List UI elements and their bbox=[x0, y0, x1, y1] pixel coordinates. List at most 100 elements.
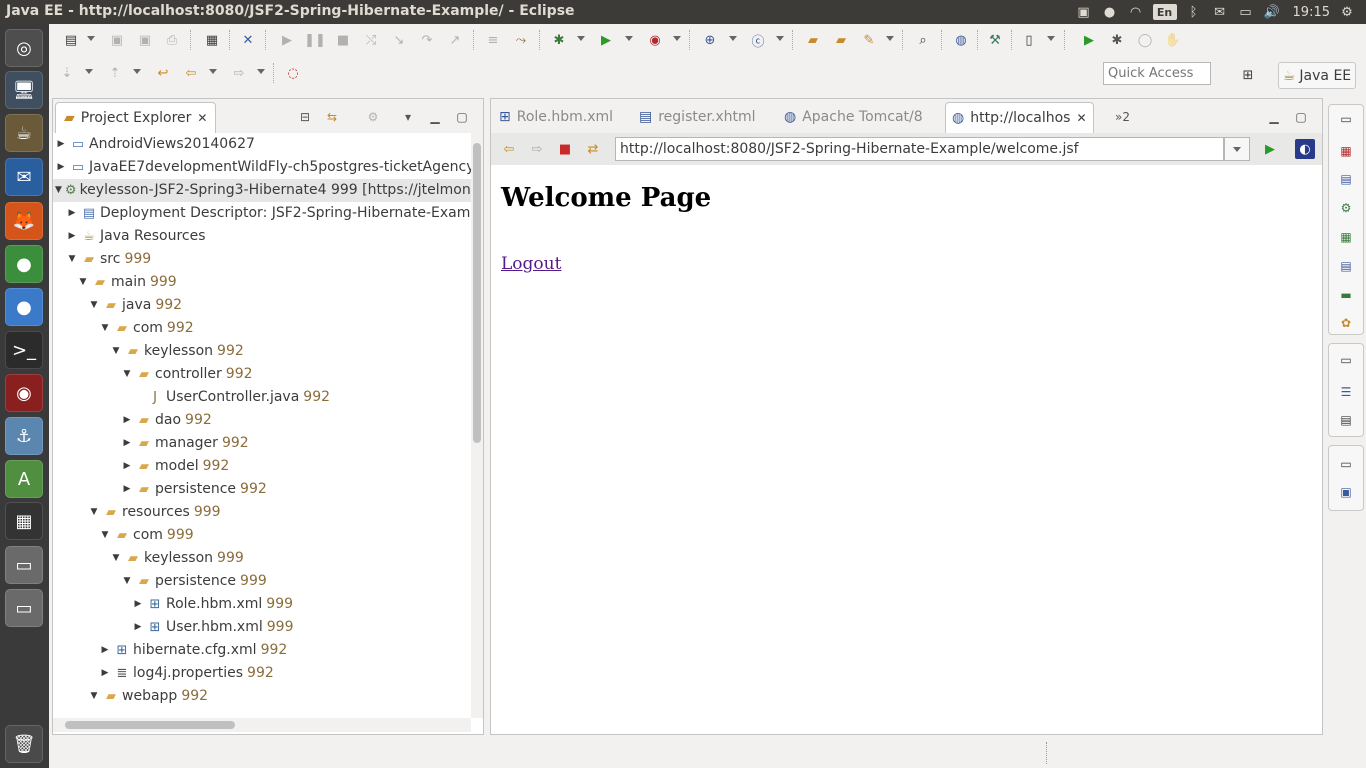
tree-item[interactable]: ▼ ▰ main 999 bbox=[77, 271, 177, 294]
filter-icon[interactable]: ⚙ bbox=[365, 109, 381, 125]
dash-icon[interactable]: ◎ bbox=[5, 29, 43, 67]
tree-item[interactable]: ▼ ▰ keylesson 999 bbox=[110, 547, 244, 570]
browser-forward-icon[interactable]: ⇨ bbox=[527, 139, 547, 159]
tree-item[interactable]: ▼ ▰ persistence 999 bbox=[121, 570, 267, 593]
start-server-icon[interactable]: ▶ bbox=[1079, 30, 1099, 50]
firefox-icon[interactable]: 🦊 bbox=[5, 202, 43, 240]
eclipse-browser-icon[interactable]: ◐ bbox=[1295, 139, 1315, 159]
chromium-icon[interactable]: ● bbox=[5, 288, 43, 326]
bluetooth-icon[interactable]: ᛒ bbox=[1185, 4, 1203, 20]
new-server-icon[interactable]: ⊕ bbox=[700, 30, 720, 50]
quick-access-input[interactable] bbox=[1103, 62, 1211, 85]
tree-item[interactable]: ▶ ▭ JavaEE7developmentWildFly-ch5postgres-… bbox=[55, 156, 471, 179]
browser-stop-icon[interactable]: ■ bbox=[555, 139, 575, 159]
minimize-icon[interactable]: ▁ bbox=[427, 109, 443, 125]
terminate-icon[interactable]: ■ bbox=[333, 30, 353, 50]
tree-item[interactable]: ▶ ▰ dao 992 bbox=[121, 409, 212, 432]
editor-tab[interactable]: ◍ http://localhos ✕ bbox=[945, 102, 1094, 133]
prev-annotation-icon[interactable]: ⇡ bbox=[105, 63, 125, 83]
expanded-twisty-icon[interactable]: ▼ bbox=[88, 294, 100, 317]
eclipse-javaee-icon[interactable]: ☕ bbox=[5, 114, 43, 152]
editor-tab[interactable]: ◍ Apache Tomcat/8 bbox=[778, 102, 929, 132]
collapsed-twisty-icon[interactable]: ▶ bbox=[121, 455, 133, 478]
tab-project-explorer[interactable]: ▰ Project Explorer ✕ bbox=[55, 102, 217, 133]
tabs-overflow-button[interactable]: »2 bbox=[1109, 102, 1136, 132]
link-with-editor-icon[interactable]: ⇆ bbox=[324, 109, 340, 125]
tree-item[interactable]: ▶ ▤ Deployment Descriptor: JSF2-Spring-Hib… bbox=[66, 202, 471, 225]
new-dropdown-icon[interactable] bbox=[87, 36, 95, 41]
trash-icon[interactable]: 🗑 bbox=[5, 725, 43, 763]
search-icon[interactable]: ⌕ bbox=[913, 30, 933, 50]
vertical-scrollbar[interactable] bbox=[471, 133, 483, 718]
expanded-twisty-icon[interactable]: ▼ bbox=[88, 501, 100, 524]
display-indicator-icon[interactable]: ▣ bbox=[1075, 4, 1093, 20]
restore-icon[interactable]: ▭ bbox=[1338, 352, 1354, 368]
expanded-twisty-icon[interactable]: ▼ bbox=[99, 524, 111, 547]
run-tool-icon[interactable]: ◉ bbox=[645, 30, 665, 50]
markers-icon[interactable]: ▦ bbox=[1338, 143, 1354, 159]
collapse-all-icon[interactable]: ⊟ bbox=[297, 109, 313, 125]
palette-icon[interactable]: ▣ bbox=[1338, 484, 1354, 500]
open-folder-icon[interactable]: ▰ bbox=[803, 30, 823, 50]
collapsed-twisty-icon[interactable]: ▶ bbox=[55, 133, 67, 156]
screen-record-icon[interactable]: ◉ bbox=[5, 374, 43, 412]
problems-icon[interactable]: ▬ bbox=[1338, 287, 1354, 303]
step-into-icon[interactable]: ↘ bbox=[389, 30, 409, 50]
view-menu-icon[interactable]: ▾ bbox=[400, 109, 416, 125]
step-over-icon[interactable]: ↷ bbox=[417, 30, 437, 50]
close-icon[interactable]: ✕ bbox=[197, 111, 207, 125]
disconnect-icon[interactable]: ⤭ bbox=[361, 30, 381, 50]
use-step-filters-icon[interactable]: ⤳ bbox=[511, 30, 531, 50]
workspace-switcher-icon[interactable]: ▦ bbox=[5, 502, 43, 540]
console-icon[interactable]: ✿ bbox=[1338, 315, 1354, 331]
collapsed-twisty-icon[interactable]: ▶ bbox=[121, 432, 133, 455]
tree-item[interactable]: ▶ ▭ AndroidViews20140627 bbox=[55, 133, 255, 156]
go-icon[interactable]: ▶ bbox=[1260, 139, 1280, 159]
wifi-icon[interactable]: ◠ bbox=[1127, 4, 1145, 20]
chrome-icon[interactable]: ● bbox=[5, 245, 43, 283]
drive-icon[interactable]: ▭ bbox=[5, 546, 43, 584]
tree-item[interactable]: ▼ ⚙ keylesson-JSF2-Spring3-Hibernate4 999 … bbox=[53, 179, 471, 202]
last-edit-location-icon[interactable]: ↩ bbox=[153, 63, 173, 83]
step-return-icon[interactable]: ↗ bbox=[445, 30, 465, 50]
save-all-icon[interactable]: ▣ bbox=[135, 30, 155, 50]
tree-item[interactable]: ▶ ▰ model 992 bbox=[121, 455, 230, 478]
volume-icon[interactable]: 🔊 bbox=[1263, 4, 1281, 20]
minimize-icon[interactable]: ▁ bbox=[1266, 109, 1282, 125]
collapsed-twisty-icon[interactable]: ▶ bbox=[55, 156, 67, 179]
collapsed-twisty-icon[interactable]: ▶ bbox=[132, 616, 144, 639]
scrollbar-thumb[interactable] bbox=[65, 721, 235, 729]
properties-icon[interactable]: ▤ bbox=[1338, 171, 1354, 187]
tree-item[interactable]: ▶ ≣ log4j.properties 992 bbox=[99, 662, 274, 685]
tree-item[interactable]: ▶ ▰ persistence 992 bbox=[121, 478, 267, 501]
mail-icon[interactable]: ✉ bbox=[1211, 4, 1229, 20]
expanded-twisty-icon[interactable]: ▼ bbox=[99, 317, 111, 340]
drive2-icon[interactable]: ▭ bbox=[5, 589, 43, 627]
debug-icon[interactable]: ✱ bbox=[549, 30, 569, 50]
expanded-twisty-icon[interactable]: ▼ bbox=[110, 547, 122, 570]
editor-tab[interactable]: ▤ register.xhtml bbox=[633, 102, 762, 132]
restore-icon[interactable]: ▭ bbox=[1338, 456, 1354, 472]
tree-item[interactable]: ▶ ▰ manager 992 bbox=[121, 432, 249, 455]
save-icon[interactable]: ▣ bbox=[107, 30, 127, 50]
snippets-icon[interactable]: ▤ bbox=[1338, 258, 1354, 274]
tree-item[interactable]: ▼ ▰ com 992 bbox=[99, 317, 194, 340]
tree-item[interactable]: ▼ ▰ resources 999 bbox=[88, 501, 221, 524]
url-input[interactable]: http://localhost:8080/JSF2-Spring-Hibern… bbox=[615, 137, 1224, 161]
perspective-java-ee-button[interactable]: ☕ Java EE bbox=[1278, 62, 1356, 89]
web-browser-icon[interactable]: ◍ bbox=[951, 30, 971, 50]
expanded-twisty-icon[interactable]: ▼ bbox=[66, 248, 78, 271]
servers-icon[interactable]: ⚙ bbox=[1338, 200, 1354, 216]
gear-icon[interactable]: ⚙ bbox=[1338, 4, 1356, 20]
tree-item[interactable]: ▼ ▰ java 992 bbox=[88, 294, 183, 317]
tree-item[interactable]: ▼ ▰ controller 992 bbox=[121, 363, 253, 386]
browser-back-icon[interactable]: ⇦ bbox=[499, 139, 519, 159]
battery-icon[interactable]: ▭ bbox=[1237, 4, 1255, 20]
workspace-icon[interactable]: 🖥 bbox=[5, 71, 43, 109]
data-source-explorer-icon[interactable]: ▦ bbox=[1338, 229, 1354, 245]
collapsed-twisty-icon[interactable]: ▶ bbox=[66, 202, 78, 225]
expanded-twisty-icon[interactable]: ▼ bbox=[121, 570, 133, 593]
ant-icon[interactable]: ⚒ bbox=[985, 30, 1005, 50]
tree-item[interactable]: ▼ ▰ webapp 992 bbox=[88, 685, 209, 708]
chrome-tray-icon[interactable]: ● bbox=[1101, 4, 1119, 20]
